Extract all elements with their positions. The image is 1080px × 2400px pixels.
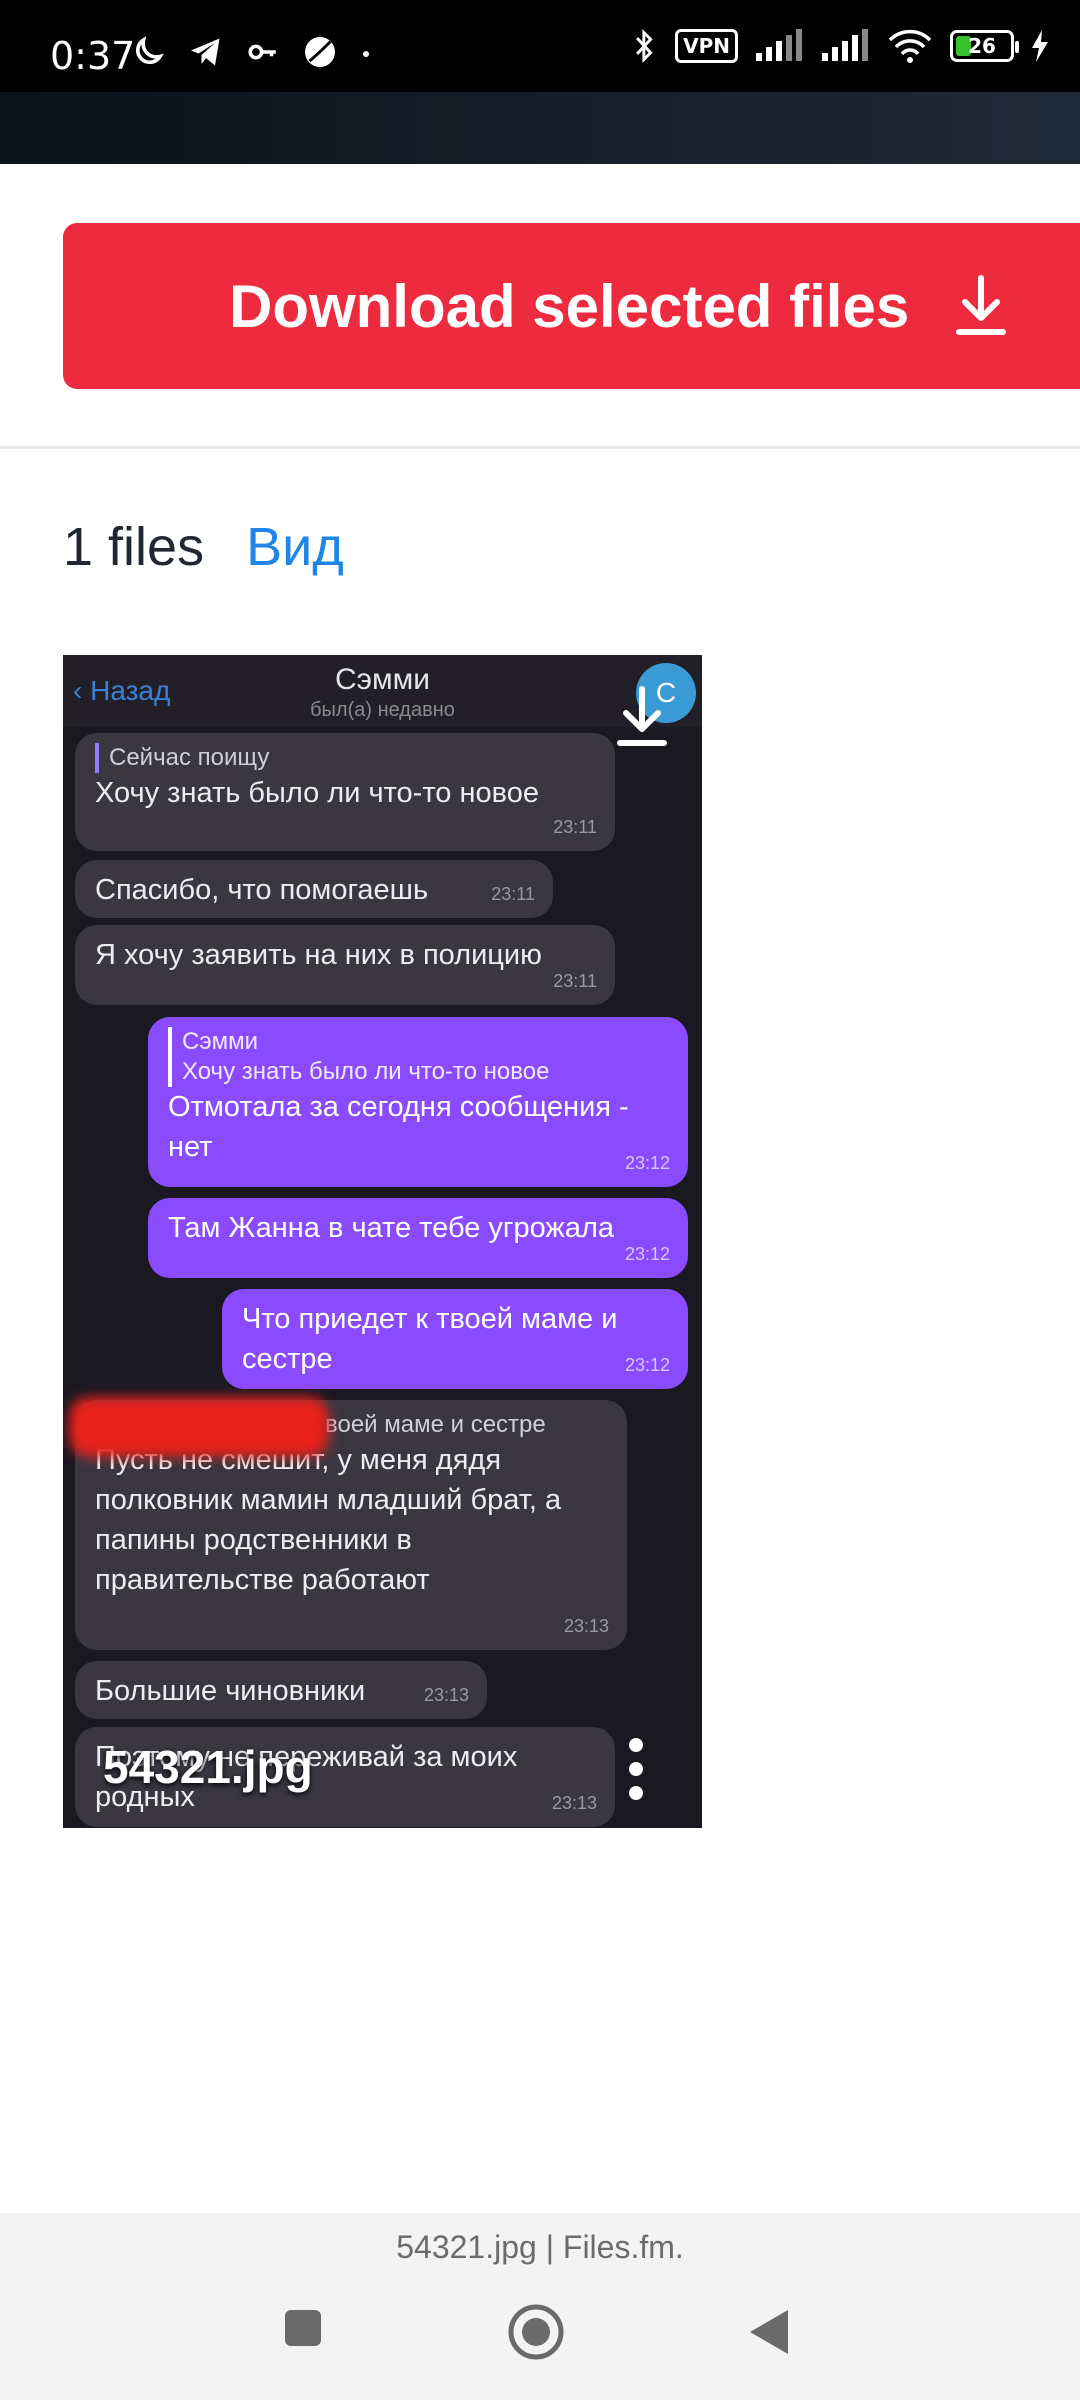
file-thumbnail[interactable]: ‹ Назад Сэмми был(а) недавно С Сейчас по… [63, 655, 702, 1828]
back-icon[interactable] [748, 2308, 790, 2356]
chat-message: Большие чиновники 23:13 [75, 1661, 487, 1719]
page-url-title[interactable]: 54321.jpg | Files.fm. [0, 2229, 1080, 2266]
message-text: Пусть не смешит, у меня дядя полковник м… [95, 1444, 562, 1596]
dot-icon [363, 51, 369, 57]
signal-icon [756, 29, 802, 61]
reply-author: Сэмми [182, 1028, 258, 1055]
reply-quote: Сэмми Хочу знать было ли что-то новое [168, 1027, 668, 1087]
thumbnail-download-icon[interactable] [614, 685, 670, 749]
chat-message: Я хочу заявить на них в полицию 23:11 [75, 925, 615, 1005]
files-count: 1 files [63, 517, 205, 577]
chat-message: Сейчас поищу Хочу знать было ли что-то н… [75, 733, 615, 851]
thumbnail-file-name: 54321.jpg [103, 1741, 313, 1793]
message-time: 23:12 [624, 1153, 670, 1173]
key-icon [248, 44, 276, 60]
ball-icon [305, 37, 335, 67]
message-time: 23:13 [423, 1685, 469, 1705]
bluetooth-icon [636, 28, 653, 64]
chat-message: Сэмми Хочу знать было ли что-то новое От… [148, 1017, 688, 1187]
message-text: Большие чиновники [95, 1675, 366, 1707]
home-icon[interactable] [507, 2303, 565, 2361]
files-row: 1 files Вид [63, 516, 344, 578]
message-text: Я хочу заявить на них в полицию [95, 939, 542, 971]
battery-indicator: 26 [950, 30, 1019, 62]
divider [0, 446, 1080, 449]
download-icon [956, 275, 1007, 335]
download-button-label: Download selected files [229, 272, 910, 340]
message-time: 23:11 [553, 971, 597, 991]
reply-text: Хочу знать было ли что-то новое [182, 1058, 550, 1085]
status-right-icons: VPN 26 [631, 28, 1050, 64]
message-text: Отмотала за сегодня сообщения - нет [168, 1091, 629, 1163]
vpn-badge: VPN [675, 29, 738, 63]
message-time: 23:12 [624, 1355, 670, 1375]
site-header [0, 92, 1080, 164]
more-vertical-icon[interactable] [626, 1737, 646, 1801]
status-bar: 0:37 VPN 26 [0, 0, 1080, 92]
message-text: Там Жанна в чате тебе угрожала [168, 1212, 615, 1244]
telegram-icon [191, 38, 220, 66]
message-time: 23:11 [491, 884, 535, 904]
status-left-icons [130, 34, 372, 70]
download-selected-button[interactable]: Download selected files [63, 223, 1080, 389]
message-text: Спасибо, что помогаешь [95, 874, 429, 906]
signal-icon-2 [822, 29, 868, 61]
charging-icon [1032, 30, 1048, 62]
moon-icon [136, 36, 164, 64]
message-text: Хочу знать было ли что-то новое [95, 777, 539, 809]
status-time: 0:37 [50, 34, 136, 78]
wifi-icon [888, 29, 932, 63]
chat-contact-name: Сэмми [335, 663, 430, 696]
chat-contact-status: был(а) недавно [310, 699, 455, 721]
message-time: 23:11 [553, 817, 597, 837]
chat-header: ‹ Назад Сэмми был(а) недавно С [63, 655, 702, 727]
battery-level: 26 [968, 34, 996, 58]
message-time: 23:13 [563, 1616, 609, 1636]
chat-message: Там Жанна в чате тебе угрожала 23:12 [148, 1198, 688, 1278]
reply-quote: Сейчас поищу [95, 743, 595, 773]
chat-message: Спасибо, что помогаешь 23:11 [75, 860, 553, 918]
message-text: Что приедет к твоей маме и сестре [242, 1303, 618, 1375]
message-time: 23:12 [624, 1244, 670, 1264]
recents-icon[interactable] [283, 2308, 323, 2348]
message-time: 23:13 [551, 1793, 597, 1813]
browser-bottom-bar: 54321.jpg | Files.fm. [0, 2213, 1080, 2400]
redaction-mark [69, 1397, 329, 1457]
view-toggle-link[interactable]: Вид [246, 516, 344, 578]
chat-message: Что приедет к твоей маме и сестре 23:12 [222, 1289, 688, 1389]
